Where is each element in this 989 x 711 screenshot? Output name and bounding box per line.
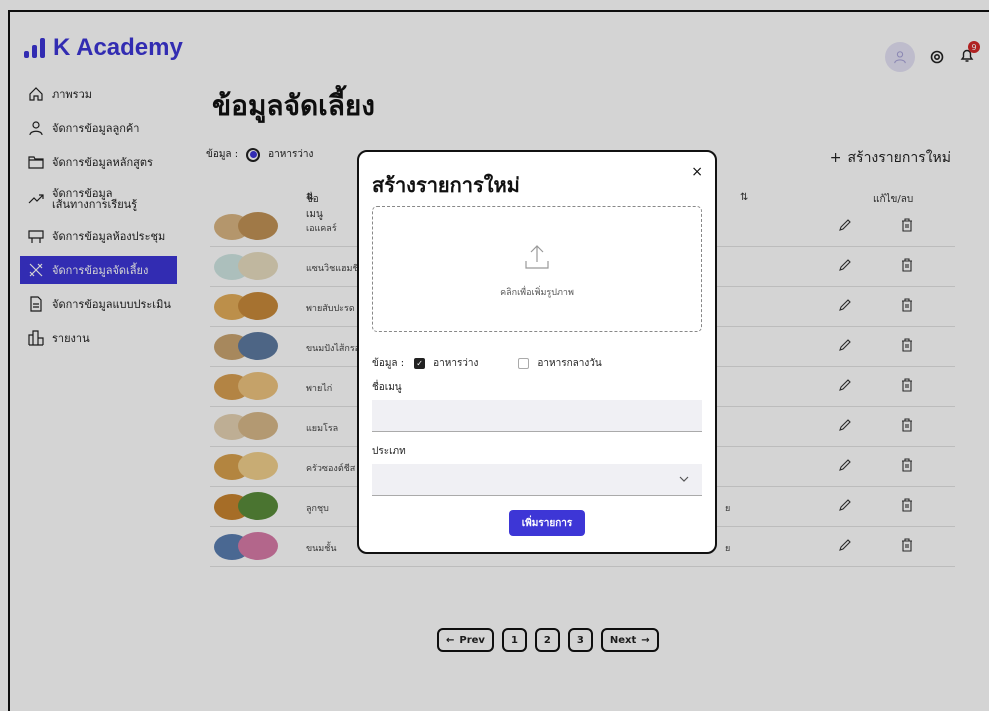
- upload-icon: [525, 245, 549, 269]
- modal-filter-label: ข้อมูล :: [372, 358, 405, 369]
- checkbox-snack[interactable]: ✓: [414, 358, 426, 369]
- create-item-modal: สร้างรายการใหม่ × คลิกเพื่อเพิ่มรูปภาพ ข…: [357, 150, 717, 554]
- modal-filter-group: ข้อมูล : ✓ อาหารว่าง อาหารกลางวัน: [372, 356, 602, 371]
- checkbox-lunch[interactable]: [518, 358, 530, 369]
- type-select[interactable]: [372, 464, 702, 496]
- menu-name-input[interactable]: [372, 400, 702, 432]
- add-item-button[interactable]: เพิ่มรายการ: [509, 510, 585, 536]
- image-upload-area[interactable]: คลิกเพื่อเพิ่มรูปภาพ: [372, 206, 702, 332]
- checkbox-snack-label: อาหารว่าง: [433, 358, 479, 369]
- menu-name-label: ชื่อเมนู: [372, 382, 402, 393]
- close-icon[interactable]: ×: [691, 164, 703, 180]
- upload-text: คลิกเพื่อเพิ่มรูปภาพ: [500, 288, 574, 298]
- chevron-down-icon: [679, 476, 689, 482]
- type-label: ประเภท: [372, 446, 406, 457]
- modal-title: สร้างรายการใหม่: [372, 173, 520, 197]
- checkbox-lunch-label: อาหารกลางวัน: [537, 358, 602, 369]
